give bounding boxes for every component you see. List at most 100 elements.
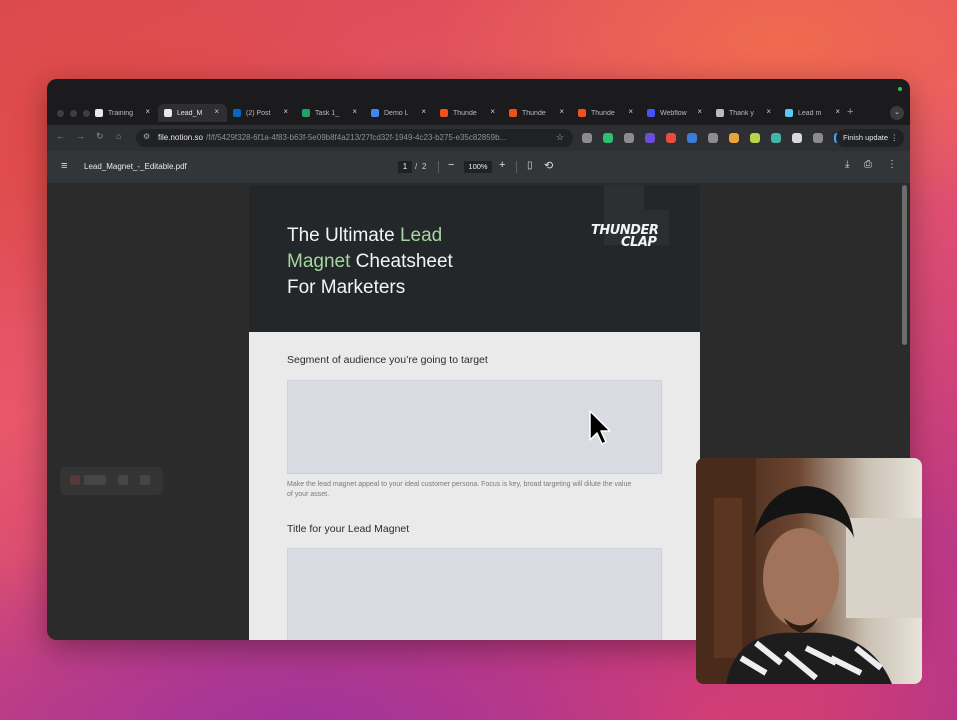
title-highlight: Lead bbox=[399, 225, 443, 246]
zoom-level-input[interactable]: 100% bbox=[464, 161, 492, 173]
tab-close-icon[interactable]: × bbox=[628, 107, 633, 116]
tab-label: Thank y bbox=[729, 109, 754, 117]
download-icon[interactable]: ⤓ bbox=[845, 159, 849, 170]
tab-close-icon[interactable]: × bbox=[697, 107, 702, 116]
new-tab-button[interactable]: + bbox=[847, 106, 853, 118]
browser-tab[interactable]: Thunde × bbox=[503, 104, 572, 122]
title-highlight: Magnet bbox=[287, 251, 351, 272]
document-title: The Ultimate Lead Magnet Cheatsheet For … bbox=[287, 223, 547, 301]
linkedin-icon bbox=[233, 109, 241, 117]
tab-strip: Training × Lead_M × (2) Post × Task 1_ × Demo L ×… bbox=[89, 104, 848, 122]
title-text: Cheatsheet bbox=[350, 251, 453, 272]
browser-tab[interactable]: Task 1_ × bbox=[296, 104, 365, 122]
figma-icon bbox=[578, 109, 586, 117]
toolbar-divider bbox=[516, 161, 517, 173]
fit-page-icon[interactable]: ▯ bbox=[527, 160, 533, 171]
scrollbar[interactable] bbox=[902, 185, 907, 345]
browser-tab[interactable]: Lead_M × bbox=[158, 104, 227, 122]
tab-search-button[interactable]: ⌄ bbox=[890, 106, 904, 120]
browser-tab[interactable]: Thunde × bbox=[434, 104, 503, 122]
tab-label: Thunde bbox=[591, 109, 615, 117]
reload-icon[interactable]: ↻ bbox=[96, 131, 104, 142]
extension-icon[interactable] bbox=[813, 133, 823, 143]
finish-update-button[interactable]: Finish update ⋮ bbox=[836, 129, 904, 147]
figma-icon bbox=[440, 109, 448, 117]
browser-tab[interactable]: Demo L × bbox=[365, 104, 434, 122]
tab-close-icon[interactable]: × bbox=[283, 107, 288, 116]
extension-icon[interactable] bbox=[582, 133, 592, 143]
browser-tab[interactable]: Webflow × bbox=[641, 104, 710, 122]
extension-icon[interactable] bbox=[645, 133, 655, 143]
tab-close-icon[interactable]: × bbox=[559, 107, 564, 116]
rotate-icon[interactable]: ⟲ bbox=[544, 159, 553, 172]
minimize-window-button[interactable] bbox=[70, 110, 77, 117]
url-path: /f/f/5429f328-6f1a-4f83-b63f-5e09b8f4a21… bbox=[206, 133, 507, 142]
title-text: The Ultimate bbox=[287, 225, 400, 246]
browser-tab[interactable]: (2) Post × bbox=[227, 104, 296, 122]
page-separator: / bbox=[415, 162, 418, 171]
browser-tab[interactable]: Lead m × bbox=[779, 104, 848, 122]
extension-icon[interactable] bbox=[624, 133, 634, 143]
tab-close-icon[interactable]: × bbox=[214, 107, 219, 116]
toolbar-divider bbox=[438, 161, 439, 173]
tab-label: Training bbox=[108, 109, 134, 117]
title-text-field[interactable] bbox=[287, 548, 662, 640]
webcam-overlay bbox=[696, 458, 922, 684]
tab-close-icon[interactable]: × bbox=[835, 107, 840, 116]
extension-icon[interactable] bbox=[771, 133, 781, 143]
extension-icon[interactable] bbox=[792, 133, 802, 143]
site-info-icon[interactable]: ⚙ bbox=[143, 132, 150, 141]
pdf-toolbar: ≡ Lead_Magnet_-_Editable.pdf 1 / 2 − 100… bbox=[47, 151, 910, 183]
extension-icon[interactable] bbox=[687, 133, 697, 143]
delete-button[interactable] bbox=[140, 475, 150, 485]
tab-close-icon[interactable]: × bbox=[352, 107, 357, 116]
pause-button[interactable] bbox=[118, 475, 128, 485]
page-number-input[interactable]: 1 bbox=[398, 161, 412, 173]
extension-icon[interactable] bbox=[729, 133, 739, 143]
browser-tab[interactable]: Training × bbox=[89, 104, 158, 122]
recorder-label bbox=[84, 475, 106, 485]
browser-tab[interactable]: Thunde × bbox=[572, 104, 641, 122]
forward-icon[interactable]: → bbox=[76, 131, 85, 141]
tab-label: Task 1_ bbox=[315, 109, 340, 117]
logo-line: CLAP bbox=[621, 235, 657, 250]
zoom-in-button[interactable]: + bbox=[499, 159, 505, 171]
pdf-filename: Lead_Magnet_-_Editable.pdf bbox=[84, 162, 187, 171]
tab-bar: Training × Lead_M × (2) Post × Task 1_ × Demo L ×… bbox=[47, 79, 910, 125]
extension-icon[interactable] bbox=[708, 133, 718, 143]
record-button[interactable] bbox=[70, 475, 80, 485]
extension-icon[interactable] bbox=[750, 133, 760, 143]
webflow-icon bbox=[647, 109, 655, 117]
notion-icon bbox=[164, 109, 172, 117]
figma-icon bbox=[509, 109, 517, 117]
print-icon[interactable]: ⎙ bbox=[864, 159, 872, 170]
tab-label: Lead m bbox=[798, 109, 822, 117]
title-text: For Marketers bbox=[287, 277, 406, 298]
back-icon[interactable]: ← bbox=[56, 131, 65, 141]
docs-icon bbox=[371, 109, 379, 117]
window-controls bbox=[57, 110, 90, 117]
extension-icon[interactable] bbox=[666, 133, 676, 143]
close-window-button[interactable] bbox=[57, 110, 64, 117]
kebab-menu-icon[interactable]: ⋮ bbox=[891, 129, 899, 147]
home-icon[interactable]: ⌂ bbox=[116, 131, 121, 141]
address-bar[interactable]: ⚙ file.notion.so /f/f/5429f328-6f1a-4f83… bbox=[136, 129, 573, 147]
bookmark-star-icon[interactable]: ☆ bbox=[556, 132, 564, 143]
extension-icon[interactable] bbox=[603, 133, 613, 143]
tab-label: Thunde bbox=[522, 109, 546, 117]
tab-close-icon[interactable]: × bbox=[490, 107, 495, 116]
hero-banner: The Ultimate Lead Magnet Cheatsheet For … bbox=[249, 185, 700, 332]
zoom-out-button[interactable]: − bbox=[448, 159, 454, 171]
tab-label: (2) Post bbox=[246, 109, 271, 117]
more-options-icon[interactable]: ⋮ bbox=[887, 159, 897, 170]
page-total: 2 bbox=[422, 162, 427, 171]
tab-close-icon[interactable]: × bbox=[421, 107, 426, 116]
pdf-menu-icon[interactable]: ≡ bbox=[61, 160, 67, 172]
section-label-audience: Segment of audience you’re going to targ… bbox=[287, 354, 488, 366]
tab-close-icon[interactable]: × bbox=[145, 107, 150, 116]
globe-icon bbox=[716, 109, 724, 117]
tab-label: Demo L bbox=[384, 109, 409, 117]
tab-close-icon[interactable]: × bbox=[766, 107, 771, 116]
presenter-video bbox=[696, 458, 922, 684]
browser-tab[interactable]: Thank y × bbox=[710, 104, 779, 122]
